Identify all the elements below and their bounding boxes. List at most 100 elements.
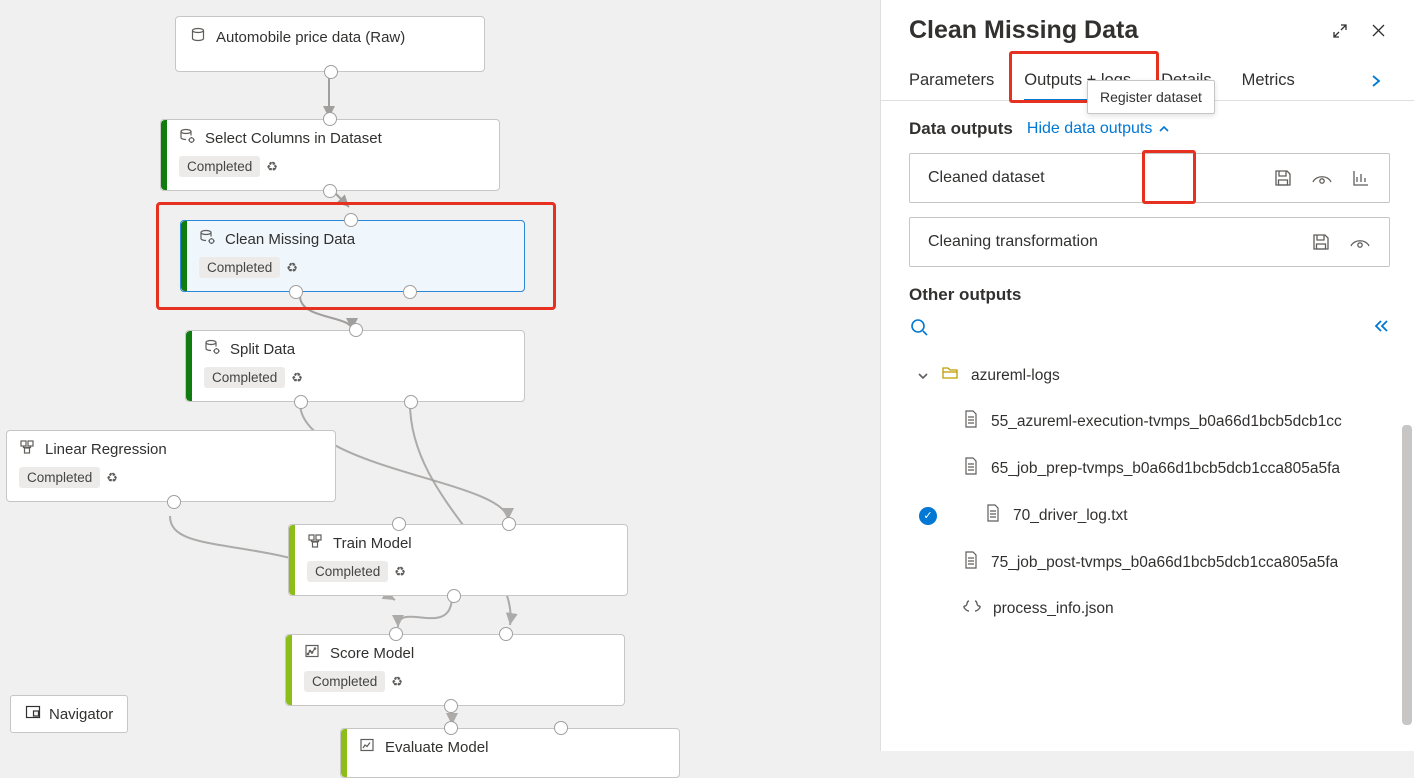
reuse-icon: ♻ bbox=[286, 260, 298, 276]
close-icon[interactable] bbox=[1366, 19, 1390, 43]
reuse-icon: ♻ bbox=[106, 470, 118, 486]
node-title: Automobile price data (Raw) bbox=[216, 29, 405, 46]
output-port-2[interactable] bbox=[404, 395, 418, 409]
output-port-2[interactable] bbox=[403, 285, 417, 299]
input-port-1[interactable] bbox=[444, 721, 458, 735]
output-port[interactable] bbox=[167, 495, 181, 509]
tree-file[interactable]: 75_job_post-tvmps_b0a66d1bcb5dcb1cca805a… bbox=[909, 539, 1390, 586]
file-icon bbox=[963, 551, 979, 574]
node-select-columns[interactable]: Select Columns in Dataset Completed ♻ bbox=[160, 119, 500, 191]
data-outputs-title: Data outputs bbox=[909, 119, 1013, 139]
module-icon bbox=[307, 533, 323, 553]
reuse-icon: ♻ bbox=[266, 159, 278, 175]
input-port-2[interactable] bbox=[502, 517, 516, 531]
tree-file[interactable]: process_info.json bbox=[909, 586, 1390, 631]
other-outputs-title: Other outputs bbox=[909, 285, 1390, 305]
output-port[interactable] bbox=[323, 184, 337, 198]
node-title: Evaluate Model bbox=[385, 739, 488, 756]
input-port-1[interactable] bbox=[392, 517, 406, 531]
input-port[interactable] bbox=[344, 213, 358, 227]
navigator-label: Navigator bbox=[49, 706, 113, 723]
node-score-model[interactable]: Score Model Completed ♻ bbox=[285, 634, 625, 706]
node-clean-missing-data[interactable]: Clean Missing Data Completed ♻ bbox=[180, 220, 525, 292]
details-panel: Clean Missing Data Parameters Outputs + … bbox=[880, 0, 1414, 751]
chevron-down-icon bbox=[917, 370, 929, 382]
file-name: 70_driver_log.txt bbox=[1013, 507, 1128, 525]
input-port[interactable] bbox=[349, 323, 363, 337]
expand-icon[interactable] bbox=[1328, 19, 1352, 43]
output-cleaned-dataset: Cleaned dataset bbox=[909, 153, 1390, 203]
tabs-next-icon[interactable] bbox=[1362, 67, 1390, 95]
input-port[interactable] bbox=[323, 112, 337, 126]
reuse-icon: ♻ bbox=[394, 564, 406, 580]
folder-icon bbox=[941, 365, 959, 386]
node-price-data-raw[interactable]: Automobile price data (Raw) bbox=[175, 16, 485, 72]
module-icon bbox=[359, 737, 375, 757]
module-icon bbox=[304, 643, 320, 663]
save-register-icon[interactable] bbox=[1273, 168, 1293, 188]
status-badge: Completed bbox=[307, 561, 388, 582]
tree-file[interactable]: 55_azureml-execution-tvmps_b0a66d1bcb5dc… bbox=[909, 398, 1390, 445]
output-port[interactable] bbox=[447, 589, 461, 603]
preview-icon[interactable] bbox=[1311, 170, 1333, 186]
node-split-data[interactable]: Split Data Completed ♻ bbox=[185, 330, 525, 402]
visualize-icon[interactable] bbox=[1351, 168, 1371, 188]
navigator-button[interactable]: Navigator bbox=[10, 695, 128, 733]
folder-name: azureml-logs bbox=[971, 367, 1060, 385]
output-port[interactable] bbox=[324, 65, 338, 79]
node-title: Train Model bbox=[333, 535, 412, 552]
navigator-icon bbox=[25, 704, 41, 724]
node-title: Clean Missing Data bbox=[225, 231, 355, 248]
module-icon bbox=[199, 229, 215, 249]
tab-metrics[interactable]: Metrics bbox=[1242, 61, 1295, 100]
file-name: 75_job_post-tvmps_b0a66d1bcb5dcb1cca805a… bbox=[991, 554, 1338, 572]
file-icon bbox=[963, 410, 979, 433]
scrollbar-thumb[interactable] bbox=[1402, 425, 1412, 725]
collapse-tree-icon[interactable] bbox=[1372, 318, 1390, 339]
output-port-1[interactable] bbox=[294, 395, 308, 409]
tab-parameters[interactable]: Parameters bbox=[909, 61, 994, 100]
output-cleaning-transformation: Cleaning transformation bbox=[909, 217, 1390, 267]
node-title: Select Columns in Dataset bbox=[205, 130, 382, 147]
module-icon bbox=[19, 439, 35, 459]
status-badge: Completed bbox=[179, 156, 260, 177]
tree-folder-azureml-logs[interactable]: azureml-logs bbox=[909, 353, 1390, 398]
input-port-2[interactable] bbox=[554, 721, 568, 735]
file-name: process_info.json bbox=[993, 600, 1114, 618]
reuse-icon: ♻ bbox=[391, 674, 403, 690]
status-badge: Completed bbox=[199, 257, 280, 278]
file-icon bbox=[963, 457, 979, 480]
pipeline-canvas[interactable]: Automobile price data (Raw) Select Colum… bbox=[0, 0, 880, 751]
save-register-icon[interactable] bbox=[1311, 232, 1331, 252]
output-port-1[interactable] bbox=[289, 285, 303, 299]
input-port-1[interactable] bbox=[389, 627, 403, 641]
input-port-2[interactable] bbox=[499, 627, 513, 641]
status-badge: Completed bbox=[304, 671, 385, 692]
output-port[interactable] bbox=[444, 699, 458, 713]
node-train-model[interactable]: Train Model Completed ♻ bbox=[288, 524, 628, 596]
output-label: Cleaning transformation bbox=[928, 233, 1311, 251]
panel-title: Clean Missing Data bbox=[909, 16, 1314, 45]
reuse-icon: ♻ bbox=[291, 370, 303, 386]
module-icon bbox=[204, 339, 220, 359]
dataset-icon bbox=[190, 27, 206, 47]
preview-icon[interactable] bbox=[1349, 234, 1371, 250]
module-icon bbox=[179, 128, 195, 148]
status-badge: Completed bbox=[204, 367, 285, 388]
node-title: Score Model bbox=[330, 645, 414, 662]
file-name: 55_azureml-execution-tvmps_b0a66d1bcb5dc… bbox=[991, 413, 1342, 431]
log-file-tree: azureml-logs 55_azureml-execution-tvmps_… bbox=[909, 353, 1390, 631]
node-title: Split Data bbox=[230, 341, 295, 358]
hide-data-outputs-link[interactable]: Hide data outputs bbox=[1027, 120, 1170, 138]
file-name: 65_job_prep-tvmps_b0a66d1bcb5dcb1cca805a… bbox=[991, 460, 1340, 478]
output-label: Cleaned dataset bbox=[928, 169, 1273, 187]
node-evaluate-model[interactable]: Evaluate Model bbox=[340, 728, 680, 778]
node-linear-regression[interactable]: Linear Regression Completed ♻ bbox=[6, 430, 336, 502]
node-title: Linear Regression bbox=[45, 441, 167, 458]
tree-file-active[interactable]: ✓ 70_driver_log.txt bbox=[909, 492, 1390, 539]
code-file-icon bbox=[963, 598, 981, 619]
status-badge: Completed bbox=[19, 467, 100, 488]
file-icon bbox=[985, 504, 1001, 527]
search-icon[interactable] bbox=[909, 317, 931, 339]
tree-file[interactable]: 65_job_prep-tvmps_b0a66d1bcb5dcb1cca805a… bbox=[909, 445, 1390, 492]
